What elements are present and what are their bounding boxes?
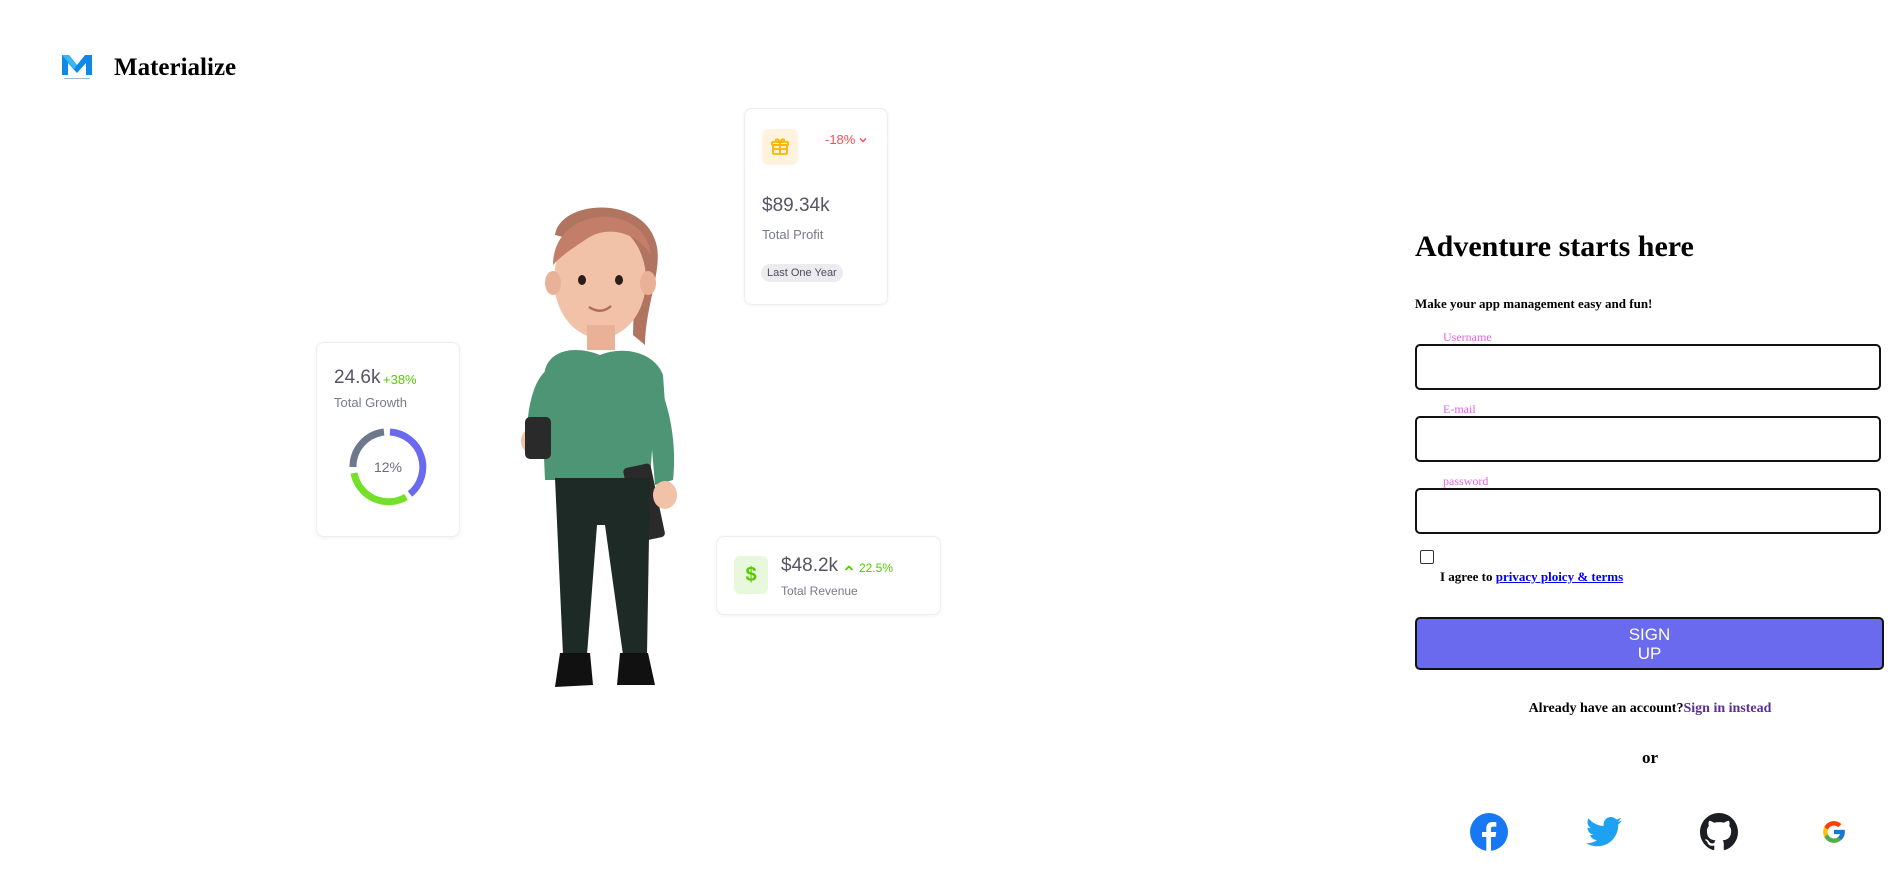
materialize-logo-icon xyxy=(62,55,92,79)
sign-in-link[interactable]: Sign in instead xyxy=(1683,701,1771,716)
donut-center-label: 12% xyxy=(373,459,403,475)
chevron-down-icon xyxy=(859,137,867,143)
growth-label: Total Growth xyxy=(334,395,407,410)
facebook-icon[interactable] xyxy=(1470,813,1508,851)
period-chip: Last One Year xyxy=(761,264,843,282)
page-subtitle: Make your app management easy and fun! xyxy=(1415,296,1653,311)
signup-button[interactable]: SIGN UP xyxy=(1415,617,1884,670)
total-profit-card: -18% $89.34k Total Profit Last One Year xyxy=(744,108,888,305)
total-growth-card: 24.6k +38% Total Growth 12% xyxy=(316,342,460,537)
profit-change: -18% xyxy=(825,132,868,147)
brand-name: Materialize xyxy=(114,54,237,81)
agree-text: I agree to privacy ploicy & terms xyxy=(1440,569,1624,584)
character-illustration xyxy=(521,207,677,687)
email-label: E-mail xyxy=(1443,402,1476,416)
total-revenue-card: $ $48.2k 22.5% Total Revenue xyxy=(716,536,941,615)
revenue-change: 22.5% xyxy=(843,561,893,575)
agree-checkbox[interactable] xyxy=(1420,550,1434,564)
or-divider: or xyxy=(1641,748,1659,767)
profit-value: $89.34k xyxy=(762,195,830,216)
github-icon[interactable] xyxy=(1700,813,1738,851)
page-title: Adventure starts here xyxy=(1415,230,1694,263)
username-field[interactable] xyxy=(1415,344,1881,390)
revenue-value: $48.2k xyxy=(781,555,839,576)
profit-label: Total Profit xyxy=(762,227,824,242)
google-icon[interactable] xyxy=(1815,813,1853,851)
have-account-text: Already have an account?Sign in instead xyxy=(1528,701,1772,716)
twitter-icon[interactable] xyxy=(1585,813,1623,851)
dollar-icon: $ xyxy=(734,556,768,594)
growth-change: +38% xyxy=(383,372,417,387)
chevron-up-icon xyxy=(844,565,854,571)
password-label: password xyxy=(1443,474,1489,488)
brand[interactable]: Materialize xyxy=(60,50,236,82)
username-label: Username xyxy=(1443,330,1492,344)
password-field[interactable] xyxy=(1415,488,1881,534)
gift-icon xyxy=(762,129,798,165)
revenue-label: Total Revenue xyxy=(781,584,858,598)
email-field[interactable] xyxy=(1415,416,1881,462)
privacy-policy-link[interactable]: privacy ploicy & terms xyxy=(1496,569,1623,584)
growth-value: 24.6k xyxy=(334,367,381,388)
social-login-row xyxy=(1415,813,1885,853)
